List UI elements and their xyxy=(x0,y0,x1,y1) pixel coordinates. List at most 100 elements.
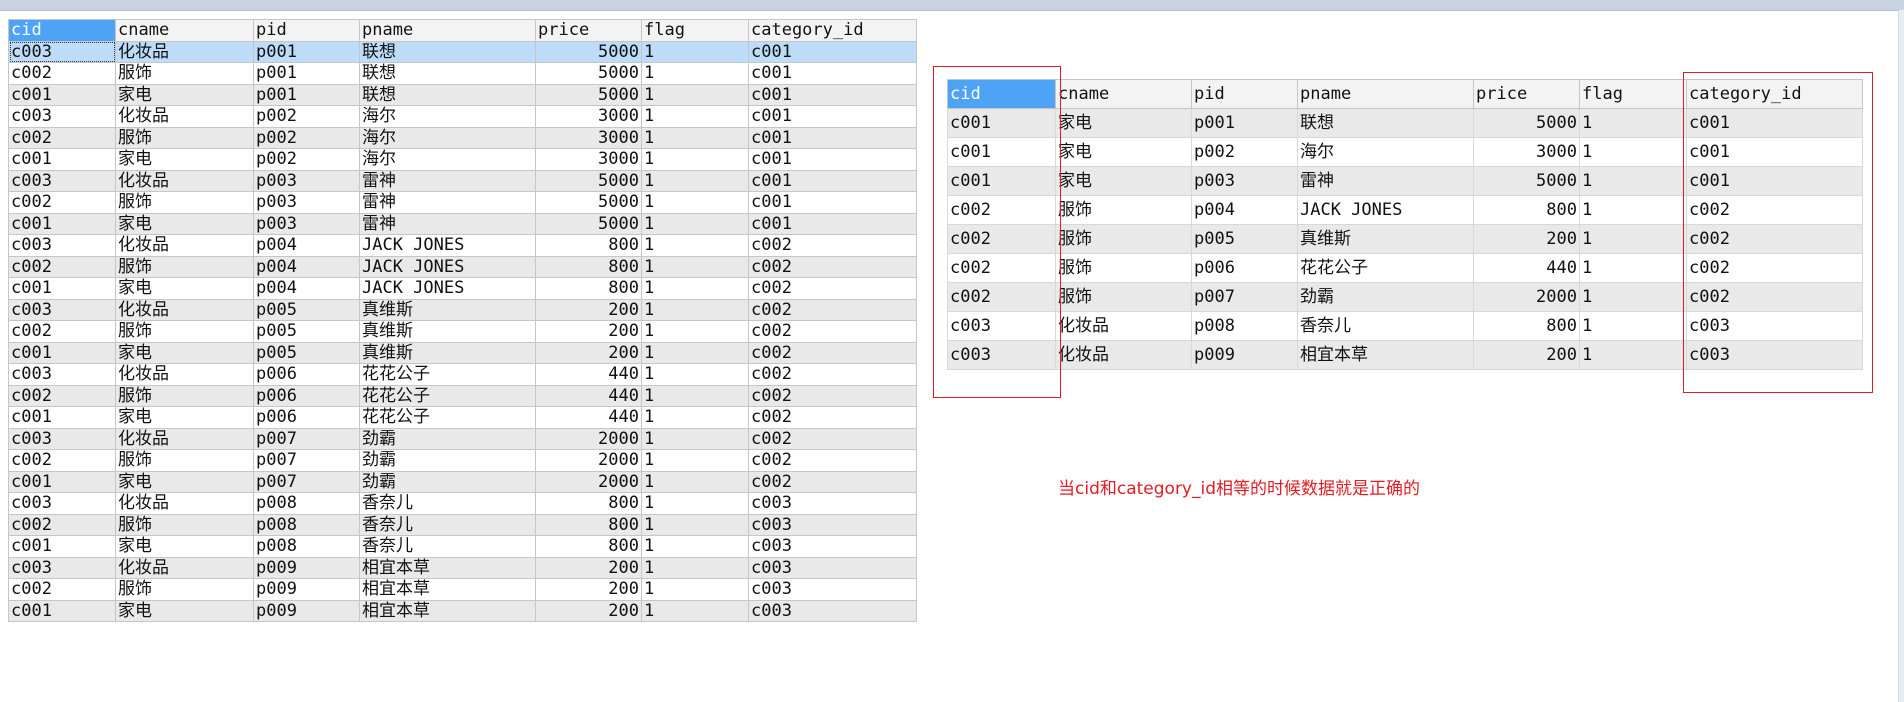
grid-cell-pid[interactable]: p009 xyxy=(253,556,360,579)
result-cell-cname[interactable]: 家电 xyxy=(1055,108,1192,138)
grid-cell-pname[interactable]: 花花公子 xyxy=(359,406,536,429)
column-header-category-id[interactable]: category_id xyxy=(748,19,917,42)
grid-cell-category-id[interactable]: c002 xyxy=(748,255,917,278)
grid-cell-price[interactable]: 5000 xyxy=(535,40,642,63)
grid-cell-price[interactable]: 800 xyxy=(535,513,642,536)
grid-cell-flag[interactable]: 1 xyxy=(641,212,749,235)
grid-row[interactable]: c002 服饰 p008 香奈儿 800 1 c003 xyxy=(8,513,917,536)
grid-cell-pname[interactable]: 联想 xyxy=(359,83,536,106)
grid-cell-pname[interactable]: 海尔 xyxy=(359,148,536,171)
grid-cell-pid[interactable]: p003 xyxy=(253,169,360,192)
grid-row[interactable]: c001 家电 p009 相宜本草 200 1 c003 xyxy=(8,599,917,622)
result-cell-price[interactable]: 200 xyxy=(1473,340,1580,370)
grid-row[interactable]: c001 家电 p004 JACK JONES 800 1 c002 xyxy=(8,277,917,300)
column-header-flag[interactable]: flag xyxy=(641,19,749,42)
grid-cell-pname[interactable]: 花花公子 xyxy=(359,363,536,386)
grid-cell-price[interactable]: 2000 xyxy=(535,449,642,472)
grid-cell-flag[interactable]: 1 xyxy=(641,298,749,321)
grid-cell-pid[interactable]: p005 xyxy=(253,298,360,321)
grid-cell-pid[interactable]: p008 xyxy=(253,492,360,515)
grid-row[interactable]: c002 服饰 p005 真维斯 200 1 c002 xyxy=(8,320,917,343)
result-cell-pname[interactable]: 真维斯 xyxy=(1297,224,1474,254)
grid-cell-pid[interactable]: p008 xyxy=(253,513,360,536)
grid-cell-pname[interactable]: 劲霸 xyxy=(359,427,536,450)
result-cell-pname[interactable]: 联想 xyxy=(1297,108,1474,138)
grid-cell-cid[interactable]: c002 xyxy=(8,513,116,536)
result-cell-cname[interactable]: 服饰 xyxy=(1055,224,1192,254)
grid-cell-category-id[interactable]: c001 xyxy=(748,105,917,128)
grid-cell-flag[interactable]: 1 xyxy=(641,341,749,364)
grid-cell-category-id[interactable]: c003 xyxy=(748,513,917,536)
grid-cell-cname[interactable]: 服饰 xyxy=(115,126,254,149)
grid-cell-price[interactable]: 200 xyxy=(535,556,642,579)
result-cell-flag[interactable]: 1 xyxy=(1579,137,1687,167)
grid-cell-category-id[interactable]: c001 xyxy=(748,212,917,235)
grid-cell-pname[interactable]: 真维斯 xyxy=(359,298,536,321)
grid-cell-cname[interactable]: 家电 xyxy=(115,406,254,429)
grid-cell-cname[interactable]: 服饰 xyxy=(115,578,254,601)
grid-cell-pname[interactable]: 相宜本草 xyxy=(359,556,536,579)
grid-cell-category-id[interactable]: c003 xyxy=(748,556,917,579)
result-cell-cname[interactable]: 服饰 xyxy=(1055,195,1192,225)
grid-cell-pid[interactable]: p009 xyxy=(253,578,360,601)
grid-cell-pid[interactable]: p006 xyxy=(253,406,360,429)
result-cell-pid[interactable]: p006 xyxy=(1191,253,1298,283)
grid-cell-pname[interactable]: 雷神 xyxy=(359,169,536,192)
grid-cell-pid[interactable]: p007 xyxy=(253,427,360,450)
grid-cell-pid[interactable]: p003 xyxy=(253,212,360,235)
grid-cell-cid[interactable]: c003 xyxy=(8,234,116,257)
grid-cell-category-id[interactable]: c003 xyxy=(748,535,917,558)
grid-row[interactable]: c002 服饰 p007 劲霸 2000 1 c002 xyxy=(8,449,917,472)
grid-cell-cid[interactable]: c002 xyxy=(8,126,116,149)
grid-cell-cname[interactable]: 化妆品 xyxy=(115,427,254,450)
grid-cell-cname[interactable]: 服饰 xyxy=(115,320,254,343)
grid-cell-flag[interactable]: 1 xyxy=(641,384,749,407)
grid-row[interactable]: c002 服饰 p003 雷神 5000 1 c001 xyxy=(8,191,917,214)
grid-cell-flag[interactable]: 1 xyxy=(641,83,749,106)
grid-cell-category-id[interactable]: c002 xyxy=(748,427,917,450)
grid-cell-price[interactable]: 200 xyxy=(535,599,642,622)
grid-row[interactable]: c003 化妆品 p006 花花公子 440 1 c002 xyxy=(8,363,917,386)
grid-row[interactable]: c001 家电 p008 香奈儿 800 1 c003 xyxy=(8,535,917,558)
grid-cell-flag[interactable]: 1 xyxy=(641,363,749,386)
grid-row[interactable]: c002 服饰 p001 联想 5000 1 c001 xyxy=(8,62,917,85)
grid-cell-pid[interactable]: p001 xyxy=(253,83,360,106)
result-cell-pid[interactable]: p001 xyxy=(1191,108,1298,138)
grid-cell-pid[interactable]: p007 xyxy=(253,470,360,493)
grid-cell-pid[interactable]: p001 xyxy=(253,62,360,85)
grid-row[interactable]: c003 化妆品 p005 真维斯 200 1 c002 xyxy=(8,298,917,321)
grid-cell-cid[interactable]: c003 xyxy=(8,363,116,386)
grid-cell-price[interactable]: 200 xyxy=(535,298,642,321)
grid-cell-flag[interactable]: 1 xyxy=(641,234,749,257)
grid-cell-price[interactable]: 5000 xyxy=(535,62,642,85)
grid-cell-category-id[interactable]: c001 xyxy=(748,169,917,192)
grid-cell-price[interactable]: 2000 xyxy=(535,427,642,450)
grid-cell-price[interactable]: 800 xyxy=(535,234,642,257)
result-cell-pid[interactable]: p005 xyxy=(1191,224,1298,254)
grid-cell-cid[interactable]: c003 xyxy=(8,169,116,192)
grid-cell-category-id[interactable]: c002 xyxy=(748,470,917,493)
grid-cell-category-id[interactable]: c001 xyxy=(748,191,917,214)
grid-cell-cname[interactable]: 化妆品 xyxy=(115,234,254,257)
result-cell-cname[interactable]: 服饰 xyxy=(1055,282,1192,312)
grid-cell-pid[interactable]: p005 xyxy=(253,320,360,343)
grid-cell-cname[interactable]: 服饰 xyxy=(115,62,254,85)
grid-cell-category-id[interactable]: c002 xyxy=(748,363,917,386)
grid-row[interactable]: c003 化妆品 p002 海尔 3000 1 c001 xyxy=(8,105,917,128)
grid-cell-cname[interactable]: 化妆品 xyxy=(115,105,254,128)
result-cell-cname[interactable]: 服饰 xyxy=(1055,253,1192,283)
grid-cell-cid[interactable]: c002 xyxy=(8,449,116,472)
grid-cell-pname[interactable]: 相宜本草 xyxy=(359,578,536,601)
result-cell-pid[interactable]: p007 xyxy=(1191,282,1298,312)
grid-cell-cid[interactable]: c003 xyxy=(8,105,116,128)
grid-cell-pname[interactable]: 花花公子 xyxy=(359,384,536,407)
grid-cell-pname[interactable]: 雷神 xyxy=(359,191,536,214)
grid-cell-flag[interactable]: 1 xyxy=(641,427,749,450)
result-cell-pid[interactable]: p009 xyxy=(1191,340,1298,370)
result-cell-flag[interactable]: 1 xyxy=(1579,253,1687,283)
grid-cell-cid[interactable]: c001 xyxy=(8,341,116,364)
grid-cell-flag[interactable]: 1 xyxy=(641,406,749,429)
grid-cell-price[interactable]: 440 xyxy=(535,406,642,429)
grid-cell-pname[interactable]: 劲霸 xyxy=(359,470,536,493)
grid-row[interactable]: c003 化妆品 p001 联想 5000 1 c001 xyxy=(8,40,917,63)
